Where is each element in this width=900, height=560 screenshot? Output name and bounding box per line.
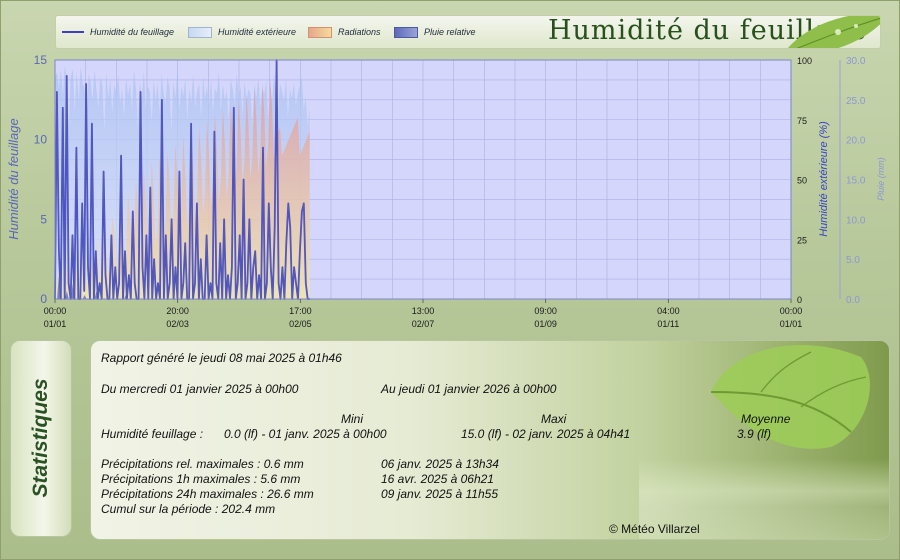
statistics-tab: Statistiques <box>10 340 72 537</box>
y-tick-right-rain: 0.0 <box>846 295 860 306</box>
y-tick-left: 10 <box>34 133 48 147</box>
y-tick-right-humidity: 25 <box>797 235 807 245</box>
x-tick-time: 20:00 <box>166 306 189 316</box>
period-to-text: Au jeudi 01 janvier 2026 à 00h00 <box>381 382 557 396</box>
x-tick-time: 04:00 <box>657 306 680 316</box>
column-min-header: Mini <box>341 412 364 426</box>
precip-rel-max-text: Précipitations rel. maximales : 0.6 mm <box>101 457 304 471</box>
leaf-humidity-row-label: Humidité feuillage : <box>101 427 204 441</box>
x-tick-time: 00:00 <box>780 306 803 316</box>
y-tick-right-rain: 20.0 <box>846 136 866 147</box>
statistics-panel: Rapport généré le jeudi 08 mai 2025 à 01… <box>90 340 890 540</box>
x-tick-time: 13:00 <box>412 306 435 316</box>
column-max-header: Maxi <box>541 412 567 426</box>
precip-rel-max-date: 06 janv. 2025 à 13h34 <box>381 457 499 471</box>
y-tick-right-rain: 30.0 <box>846 56 866 67</box>
precip-24h-max-text: Précipitations 24h maximales : 26.6 mm <box>101 487 314 501</box>
x-tick-date: 01/11 <box>657 319 679 329</box>
vine-leaf-icon <box>710 344 870 449</box>
y-tick-right-humidity: 100 <box>797 56 812 66</box>
y-tick-left: 0 <box>40 292 47 306</box>
report-generated-text: Rapport généré le jeudi 08 mai 2025 à 01… <box>101 351 342 365</box>
x-tick-time: 00:00 <box>44 306 67 316</box>
y-tick-right-rain: 5.0 <box>846 255 860 266</box>
y-tick-right-humidity: 50 <box>797 176 807 186</box>
y-axis-left-label: Humidité du feuillage <box>6 118 21 239</box>
x-tick-date: 02/03 <box>166 319 189 329</box>
y-tick-right-rain: 10.0 <box>846 215 866 226</box>
y-tick-left: 15 <box>34 53 48 67</box>
y-tick-right-humidity: 75 <box>797 116 807 126</box>
precip-cumul-text: Cumul sur la période : 202.4 mm <box>101 502 276 516</box>
y-tick-left: 5 <box>40 212 47 226</box>
leaf-humidity-avg-value: 3.9 (lf) <box>737 427 772 441</box>
copyright-text: © Météo Villarzel <box>609 522 700 536</box>
x-tick-date: 02/05 <box>289 319 312 329</box>
x-tick-date: 01/01 <box>780 319 803 329</box>
y-axis-right-humidity-label: Humidité extérieure (%) <box>818 121 830 237</box>
y-tick-right-rain: 15.0 <box>846 176 866 187</box>
x-tick-time: 17:00 <box>289 306 312 316</box>
column-avg-header: Moyenne <box>741 412 791 426</box>
y-axis-right-rain-label: Pluie (mm) <box>876 157 886 201</box>
leaf-humidity-min-value: 0.0 (lf) - 01 janv. 2025 à 00h00 <box>224 427 387 441</box>
x-tick-date: 01/01 <box>44 319 67 329</box>
statistics-tab-label: Statistiques <box>29 378 52 498</box>
x-tick-date: 01/09 <box>534 319 557 329</box>
period-from-text: Du mercredi 01 janvier 2025 à 00h00 <box>101 382 299 396</box>
y-tick-right-rain: 25.0 <box>846 96 866 107</box>
precip-24h-max-date: 09 janv. 2025 à 11h55 <box>381 487 498 501</box>
x-tick-time: 09:00 <box>534 306 557 316</box>
precip-1h-max-date: 16 avr. 2025 à 06h21 <box>381 472 494 486</box>
leaf-humidity-max-value: 15.0 (lf) - 02 janv. 2025 à 04h41 <box>461 427 631 441</box>
x-tick-date: 02/07 <box>412 319 435 329</box>
precip-1h-max-text: Précipitations 1h maximales : 5.6 mm <box>101 472 301 486</box>
y-tick-right-humidity: 0 <box>797 295 802 305</box>
leaf-humidity-chart: 0 5 10 15 0 25 50 75 100 0.0 5.0 10.0 15.0 20.0 25.0 30… <box>6 53 886 329</box>
